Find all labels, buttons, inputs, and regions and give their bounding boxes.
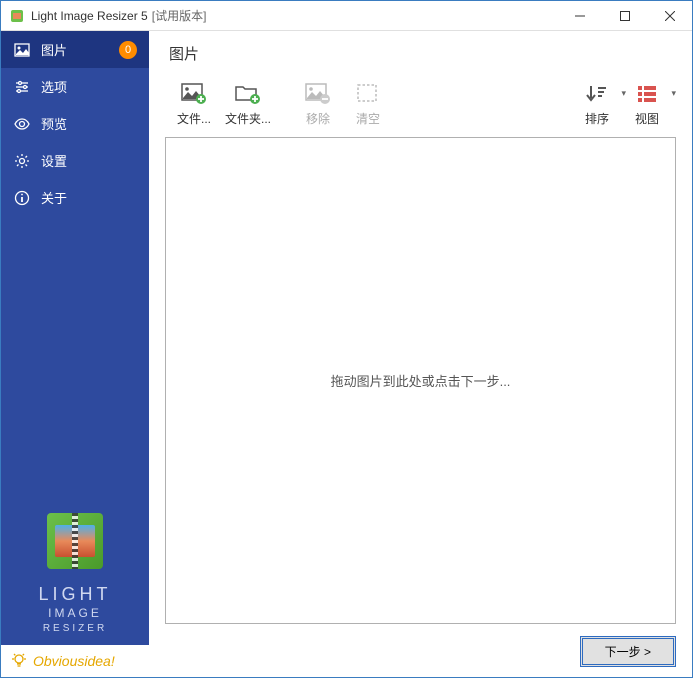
image-icon (13, 41, 31, 59)
minimize-button[interactable] (557, 1, 602, 30)
eye-icon (13, 115, 31, 133)
clear-icon (354, 82, 382, 106)
obviousidea-link[interactable]: Obviousidea! (1, 645, 149, 677)
chevron-down-icon: ▾ (671, 88, 676, 99)
gear-icon (13, 152, 31, 170)
sidebar-item-preview[interactable]: 预览 (1, 105, 149, 142)
image-count-badge: 0 (119, 41, 137, 59)
folder-add-icon (234, 82, 262, 106)
sort-icon (583, 82, 611, 106)
drop-placeholder: 拖动图片到此处或点击下一步... (331, 371, 511, 390)
obviousidea-label: Obviousidea! (33, 653, 115, 669)
clear-button: 清空 (343, 80, 393, 129)
page-title: 图片 (165, 43, 676, 64)
image-remove-icon (304, 82, 332, 106)
next-button[interactable]: 下一步 > (580, 636, 676, 667)
brand-text: LIGHT IMAGE RESIZER (11, 583, 139, 635)
remove-button: 移除 (293, 80, 343, 129)
app-icon (9, 8, 25, 24)
sidebar-item-label: 选项 (41, 77, 67, 96)
sidebar-item-label: 设置 (41, 151, 67, 170)
brand-line2: IMAGE (11, 606, 139, 622)
footer: 下一步 > (165, 636, 676, 667)
sidebar-item-settings[interactable]: 设置 (1, 142, 149, 179)
titlebar: Light Image Resizer 5 [试用版本] (1, 1, 692, 31)
toolbar: 文件... 文件夹... 移除 (165, 80, 676, 129)
view-list-icon (633, 82, 661, 106)
view-button[interactable]: 视图 ▾ (622, 80, 672, 129)
tool-label: 移除 (306, 110, 330, 127)
tool-label: 文件夹... (225, 110, 271, 127)
sidebar-item-images[interactable]: 图片 0 (1, 31, 149, 68)
sort-button[interactable]: 排序 ▾ (572, 80, 622, 129)
sliders-icon (13, 78, 31, 96)
main: 图片 0 选项 预览 设置 (1, 31, 692, 677)
maximize-button[interactable] (602, 1, 647, 30)
lightbulb-icon (9, 651, 29, 671)
add-files-button[interactable]: 文件... (169, 80, 219, 129)
content-area: 图片 文件... 文件夹... (149, 31, 692, 677)
sidebar-item-options[interactable]: 选项 (1, 68, 149, 105)
sidebar-item-label: 关于 (41, 188, 67, 207)
brand-line1: LIGHT (11, 583, 139, 606)
sidebar-item-label: 图片 (41, 40, 67, 59)
app-title: Light Image Resizer 5 (31, 9, 148, 23)
file-add-icon (180, 82, 208, 106)
app-title-suffix: [试用版本] (152, 7, 207, 24)
app-window: Light Image Resizer 5 [试用版本] 图片 0 (0, 0, 693, 678)
sidebar-item-label: 预览 (41, 114, 67, 133)
tool-label: 视图 (635, 110, 659, 127)
sidebar: 图片 0 选项 预览 设置 (1, 31, 149, 677)
tool-label: 文件... (177, 110, 211, 127)
info-icon (13, 189, 31, 207)
sidebar-item-about[interactable]: 关于 (1, 179, 149, 216)
tool-label: 清空 (356, 110, 380, 127)
brand-logo-area: LIGHT IMAGE RESIZER (1, 503, 149, 645)
close-button[interactable] (647, 1, 692, 30)
drop-area[interactable]: 拖动图片到此处或点击下一步... (165, 137, 676, 624)
brand-line3: RESIZER (11, 622, 139, 635)
brand-icon (47, 513, 103, 569)
tool-label: 排序 (585, 110, 609, 127)
add-folder-button[interactable]: 文件夹... (219, 80, 277, 129)
window-controls (557, 1, 692, 30)
